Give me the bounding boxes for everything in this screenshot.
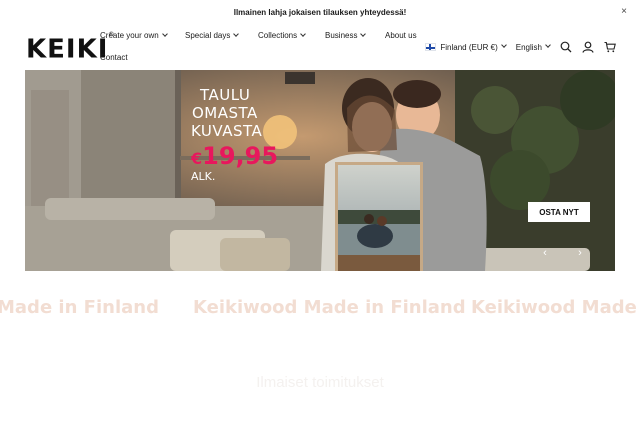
nav-label: Special days bbox=[185, 31, 231, 40]
account-icon[interactable] bbox=[582, 41, 594, 53]
hero-photo bbox=[25, 70, 615, 271]
chevron-down-icon bbox=[500, 42, 507, 48]
utility-bar: Finland (EUR €) English bbox=[425, 40, 616, 54]
language-label: English bbox=[515, 42, 542, 52]
nav-about-us[interactable]: About us bbox=[385, 31, 417, 41]
site-header: KEIKI® Create your own Special days Coll… bbox=[0, 24, 640, 68]
nav-business[interactable]: Business bbox=[325, 31, 367, 41]
language-selector[interactable]: English bbox=[515, 42, 551, 52]
marquee-item: Made in Finland bbox=[0, 297, 159, 318]
announcement-bar: Ilmainen lahja jokaisen tilauksen yhteyd… bbox=[0, 0, 640, 24]
chevron-down-icon bbox=[161, 31, 168, 37]
finland-flag-icon bbox=[425, 43, 437, 51]
promo-line-1: TAULU bbox=[200, 86, 251, 104]
chevron-down-icon bbox=[233, 31, 240, 37]
nav-label: Business bbox=[325, 31, 358, 40]
next-slide-button[interactable]: › bbox=[574, 247, 586, 259]
prev-slide-button[interactable]: ‹ bbox=[539, 247, 551, 259]
nav-label: Collections bbox=[258, 31, 298, 40]
section-heading: Ilmaiset toimitukset bbox=[256, 374, 384, 391]
promo-price: €19,95 bbox=[191, 142, 278, 173]
nav-label: Create your own bbox=[100, 31, 159, 40]
chevron-down-icon bbox=[545, 42, 551, 48]
logo-text: KEIKI bbox=[26, 34, 109, 65]
close-icon[interactable]: × bbox=[621, 6, 627, 18]
promo-line-3: KUVASTA bbox=[191, 122, 263, 140]
marquee-item: Keikiwood Made in Finland bbox=[193, 297, 466, 318]
country-selector[interactable]: Finland (EUR €) bbox=[425, 42, 507, 52]
nav-contact[interactable]: Contact bbox=[100, 53, 128, 63]
announcement-text: Ilmainen lahja jokaisen tilauksen yhteyd… bbox=[233, 7, 407, 17]
price-currency: € bbox=[191, 149, 203, 168]
marquee-item: Keikiwood Made in Finland bbox=[471, 297, 640, 318]
price-value: 19,95 bbox=[202, 142, 279, 170]
promo-line-2: OMASTA bbox=[192, 104, 258, 122]
search-icon[interactable] bbox=[560, 41, 572, 53]
nav-label: About us bbox=[385, 31, 417, 40]
nav-collections[interactable]: Collections bbox=[258, 31, 306, 41]
country-label: Finland (EUR €) bbox=[440, 42, 498, 52]
marquee-banner: Made in Finland Keikiwood Made in Finlan… bbox=[0, 294, 640, 324]
chevron-down-icon bbox=[300, 31, 306, 37]
hero-banner: TAULU OMASTA KUVASTA €19,95 ALK. OSTA NY… bbox=[25, 70, 615, 271]
nav-create-your-own[interactable]: Create your own bbox=[100, 31, 168, 41]
cart-icon[interactable] bbox=[604, 41, 616, 53]
promo-text: TAULU OMASTA KUVASTA €19,95 ALK. bbox=[191, 86, 278, 183]
nav-special-days[interactable]: Special days bbox=[185, 31, 240, 41]
chevron-down-icon bbox=[360, 31, 367, 37]
shop-now-button[interactable]: OSTA NYT bbox=[528, 202, 590, 222]
nav-label: Contact bbox=[100, 53, 128, 62]
